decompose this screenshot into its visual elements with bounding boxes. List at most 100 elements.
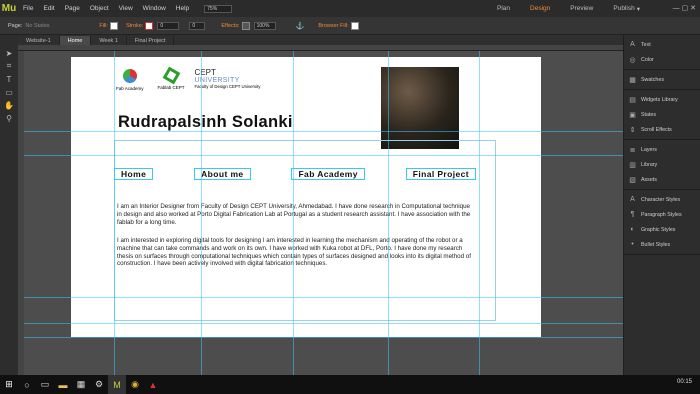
color-icon: ◎ <box>629 56 636 64</box>
scroll-effects-icon: ⇕ <box>629 126 636 134</box>
windows-start-icon[interactable]: ⊞ <box>0 375 18 394</box>
cortana-icon[interactable]: ○ <box>18 375 36 394</box>
panel-color[interactable]: ◎ Color <box>624 52 700 67</box>
panel-text[interactable]: A Text <box>624 37 700 52</box>
control-toolbar: Page: No States Fill: Stroke: 0 0 Effect… <box>0 17 700 35</box>
panel-text-label: Text <box>641 41 651 48</box>
cept-logo-line3: Faculty of Design CEPT University <box>194 84 261 89</box>
anchor-icon[interactable]: ⚓ <box>296 22 305 30</box>
tab-final-project[interactable]: Final Project <box>127 36 175 45</box>
effects-icon[interactable] <box>241 21 250 30</box>
mode-preview[interactable]: Preview <box>570 5 593 12</box>
crop-tool-icon[interactable]: ⌗ <box>3 60 15 72</box>
nav-about-me[interactable]: About me <box>194 168 251 180</box>
design-canvas[interactable]: Fab Academy Fablab CEPT CEPT UNIVERSITY … <box>24 51 623 375</box>
stroke-swatch[interactable] <box>145 21 154 30</box>
guide-line[interactable] <box>24 337 623 338</box>
panel-bullet-styles-label: Bullet Styles <box>641 241 671 248</box>
tab-week-1[interactable]: Week 1 <box>91 36 127 45</box>
panel-scroll-effects[interactable]: ⇕ Scroll Effects <box>624 122 700 137</box>
fab-academy-logo[interactable]: Fab Academy <box>116 69 144 99</box>
mode-publish[interactable]: Publish <box>613 5 634 12</box>
library-icon: ▥ <box>629 161 636 169</box>
panel-states[interactable]: ▣ States <box>624 107 700 122</box>
panel-widgets-library[interactable]: ▤ Widgets Library <box>624 92 700 107</box>
menu-page[interactable]: Page <box>65 5 80 12</box>
panel-character-styles[interactable]: A Character Styles <box>624 192 700 207</box>
panel-assets-label: Assets <box>641 176 657 183</box>
nav-final-project[interactable]: Final Project <box>405 168 476 180</box>
nav-fab-academy[interactable]: Fab Academy <box>291 168 365 180</box>
guide-line[interactable] <box>201 51 202 375</box>
opacity-input[interactable]: 100% <box>253 21 276 30</box>
mode-design[interactable]: Design <box>530 5 550 12</box>
window-controls[interactable]: — ▢ ✕ <box>673 4 696 12</box>
about-paragraph-2[interactable]: I am interested in exploring digital too… <box>117 237 473 268</box>
file-explorer-icon[interactable]: ▬ <box>54 375 72 394</box>
zoom-tool-icon[interactable]: ⚲ <box>3 112 15 124</box>
menu-window[interactable]: Window <box>143 5 166 12</box>
acrobat-icon[interactable]: ▲ <box>144 375 162 394</box>
right-panel: A Text ◎ Color ▦ Swatches ▤ Widgets Library … <box>623 35 700 375</box>
guide-line[interactable] <box>293 51 294 375</box>
mode-plan[interactable]: Plan <box>497 5 510 12</box>
panel-library-label: Library <box>641 161 658 168</box>
menu-view[interactable]: View <box>119 5 133 12</box>
text-tool-icon[interactable]: T <box>3 73 15 85</box>
tab-home[interactable]: Home <box>59 36 92 45</box>
guide-line[interactable] <box>114 51 115 375</box>
panel-graphic-styles[interactable]: ◐ Graphic Styles <box>624 222 700 237</box>
panel-widgets-label: Widgets Library <box>641 96 678 103</box>
publish-dropdown-icon[interactable]: ▾ <box>637 5 640 13</box>
page-title[interactable]: Rudrapalsinh Solanki <box>118 113 293 132</box>
selection-tool-icon[interactable]: ➤ <box>3 47 15 59</box>
store-icon[interactable]: ▦ <box>72 375 90 394</box>
panel-library[interactable]: ▥ Library <box>624 157 700 172</box>
corner-radius-input[interactable]: 0 <box>189 21 206 30</box>
chrome-icon[interactable]: ◉ <box>126 375 144 394</box>
zoom-select[interactable]: 75% <box>204 4 233 13</box>
guide-line[interactable] <box>24 155 623 156</box>
assets-icon: ▧ <box>629 176 636 184</box>
muse-taskbar-icon[interactable]: M <box>108 375 126 394</box>
guide-line[interactable] <box>388 51 389 375</box>
panel-layers[interactable]: ≣ Layers <box>624 142 700 157</box>
menu-edit[interactable]: Edit <box>43 5 54 12</box>
page-label: Page: <box>8 22 23 29</box>
widgets-icon: ▤ <box>629 96 636 104</box>
taskbar-clock[interactable]: 00:15 <box>677 379 692 385</box>
panel-swatches[interactable]: ▦ Swatches <box>624 72 700 87</box>
menu-file[interactable]: File <box>23 5 33 12</box>
profile-photo[interactable] <box>381 67 459 149</box>
about-paragraph-1[interactable]: I am an Interior Designer from Faculty o… <box>117 203 473 226</box>
fill-swatch[interactable] <box>109 21 118 30</box>
menu-object[interactable]: Object <box>90 5 109 12</box>
panel-color-label: Color <box>641 56 654 63</box>
browser-fill-label: Browser Fill: <box>318 22 349 29</box>
settings-icon[interactable]: ⚙ <box>90 375 108 394</box>
browser-fill-swatch[interactable] <box>350 21 359 30</box>
nav-home[interactable]: Home <box>114 168 154 180</box>
hand-tool-icon[interactable]: ✋ <box>3 99 15 111</box>
task-view-icon[interactable]: ▭ <box>36 375 54 394</box>
guide-line[interactable] <box>479 51 480 375</box>
swatches-icon: ▦ <box>629 76 636 84</box>
guide-line[interactable] <box>24 323 623 324</box>
fablab-cept-logo[interactable]: Fablab CEPT <box>158 66 185 99</box>
panel-assets[interactable]: ▧ Assets <box>624 172 700 187</box>
site-nav: Home About me Fab Academy Final Project <box>114 168 476 180</box>
page-states-select[interactable]: No States <box>25 23 73 29</box>
cept-university-logo[interactable]: CEPT UNIVERSITY Faculty of Design CEPT U… <box>195 69 261 99</box>
menu-help[interactable]: Help <box>176 5 189 12</box>
tab-website-1[interactable]: Website-1 <box>18 36 60 45</box>
stroke-width-input[interactable]: 0 <box>157 21 180 30</box>
panel-bullet-styles[interactable]: • Bullet Styles <box>624 237 700 252</box>
rectangle-tool-icon[interactable]: ▭ <box>3 86 15 98</box>
panel-swatches-label: Swatches <box>641 76 664 83</box>
guide-line[interactable] <box>24 131 623 132</box>
panel-paragraph-styles[interactable]: ¶ Paragraph Styles <box>624 207 700 222</box>
guide-line[interactable] <box>24 297 623 298</box>
cept-logo-line1: CEPT <box>194 68 216 77</box>
effects-label: Effects: <box>221 22 240 29</box>
character-styles-icon: A <box>630 196 635 203</box>
